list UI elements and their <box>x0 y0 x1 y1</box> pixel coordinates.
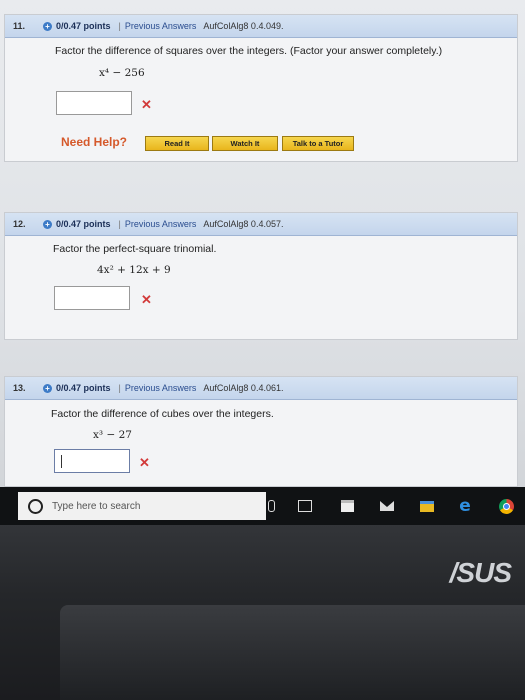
search-placeholder: Type here to search <box>52 500 141 512</box>
question-number: 11. <box>13 21 26 31</box>
file-explorer-icon[interactable] <box>418 497 436 515</box>
points-label: 0/0.47 points <box>56 383 111 393</box>
read-it-button[interactable]: Read It <box>145 136 209 151</box>
previous-answers-link[interactable]: Previous Answers <box>125 383 197 393</box>
question-prompt: Factor the difference of cubes over the … <box>51 408 274 420</box>
asus-logo: /SUS <box>449 557 512 588</box>
question-11: 11. + 0/0.47 points | Previous Answers A… <box>4 14 518 162</box>
incorrect-icon: ✕ <box>141 292 152 307</box>
question-header: 13. + 0/0.47 points | Previous Answers A… <box>5 377 517 400</box>
incorrect-icon: ✕ <box>139 455 150 470</box>
question-prompt: Factor the difference of squares over th… <box>55 45 443 57</box>
question-code: AufColAlg8 0.4.049. <box>203 21 284 31</box>
points-label: 0/0.47 points <box>56 21 111 31</box>
separator: | <box>118 219 121 229</box>
question-number: 12. <box>13 219 26 229</box>
microphone-icon[interactable] <box>262 497 280 515</box>
taskbar-search-box[interactable]: Type here to search <box>18 492 266 520</box>
answer-input[interactable] <box>54 286 130 310</box>
answer-input-active[interactable] <box>54 449 130 473</box>
store-icon[interactable] <box>338 497 356 515</box>
webassign-page: 11. + 0/0.47 points | Previous Answers A… <box>0 0 525 487</box>
talk-to-tutor-button[interactable]: Talk to a Tutor <box>282 136 354 151</box>
separator: | <box>118 21 121 31</box>
question-expression: x³ − 27 <box>93 429 132 441</box>
expand-plus-icon[interactable]: + <box>43 21 52 31</box>
watch-it-button[interactable]: Watch It <box>212 136 278 151</box>
answer-input[interactable] <box>56 91 132 115</box>
previous-answers-link[interactable]: Previous Answers <box>125 219 197 229</box>
separator: | <box>118 383 121 393</box>
question-code: AufColAlg8 0.4.057. <box>203 219 284 229</box>
question-header: 12. + 0/0.47 points | Previous Answers A… <box>5 213 517 236</box>
question-number: 13. <box>13 383 26 393</box>
question-prompt: Factor the perfect-square trinomial. <box>53 243 217 255</box>
question-code: AufColAlg8 0.4.061. <box>203 383 284 393</box>
previous-answers-link[interactable]: Previous Answers <box>125 21 197 31</box>
text-caret <box>61 455 62 468</box>
task-view-icon[interactable] <box>296 497 314 515</box>
chrome-browser-icon[interactable] <box>497 497 515 515</box>
question-12: 12. + 0/0.47 points | Previous Answers A… <box>4 212 518 340</box>
incorrect-icon: ✕ <box>141 97 152 112</box>
cortana-circle-icon[interactable] <box>28 498 43 514</box>
question-expression: 4x² + 12x + 9 <box>97 264 171 276</box>
laptop-keyboard-deck <box>60 605 525 700</box>
expand-plus-icon[interactable]: + <box>43 383 52 393</box>
edge-browser-icon[interactable]: e <box>456 496 474 516</box>
points-label: 0/0.47 points <box>56 219 111 229</box>
question-header: 11. + 0/0.47 points | Previous Answers A… <box>5 15 517 38</box>
need-help-label: Need Help? <box>61 135 128 149</box>
mail-icon[interactable] <box>378 497 396 515</box>
question-expression: x⁴ − 256 <box>99 67 145 79</box>
question-13: 13. + 0/0.47 points | Previous Answers A… <box>4 376 518 487</box>
expand-plus-icon[interactable]: + <box>43 219 52 229</box>
